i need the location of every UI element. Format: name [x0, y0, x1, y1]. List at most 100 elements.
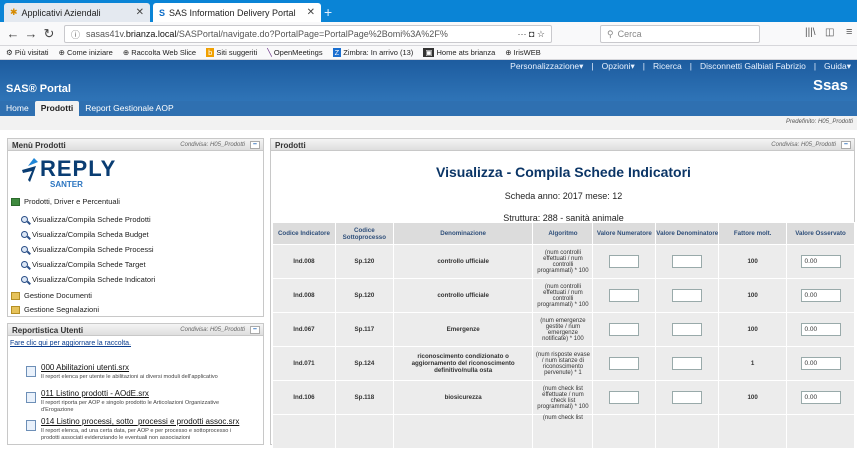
menu-item-target[interactable]: Visualizza/Compila Schede Target — [21, 260, 146, 269]
bookmark-item[interactable]: ⊕ Come iniziare — [59, 48, 113, 57]
magnifier-icon — [21, 246, 28, 253]
observed-input[interactable]: 0.00 — [800, 323, 841, 336]
bookmark-item[interactable]: ⊕ Raccolta Web Slice — [123, 48, 196, 57]
observed-input[interactable]: 0.00 — [800, 357, 841, 370]
sas-favicon-icon: S — [159, 7, 166, 18]
table-header-row: Codice Indicatore Codice Sottoprocesso D… — [272, 222, 855, 245]
tab-prodotti[interactable]: Prodotti — [34, 101, 80, 116]
numerator-input[interactable] — [609, 357, 640, 370]
menu-item-prodotti[interactable]: Visualizza/Compila Schede Prodotti — [21, 215, 151, 224]
opzioni-link[interactable]: Opzioni▾ — [602, 61, 635, 71]
minimize-icon[interactable]: – — [841, 141, 851, 149]
browser-nav-bar: ← → ↻ ⌂ ⓘ sasas41v.brianza.local/SASPort… — [0, 22, 857, 46]
page-actions-icon[interactable]: ··· — [517, 29, 526, 39]
back-icon[interactable]: ← — [4, 26, 22, 41]
magnifier-icon — [21, 231, 28, 238]
menu-folder-documenti[interactable]: Gestione Documenti — [11, 291, 92, 300]
new-tab-icon[interactable]: + — [324, 4, 332, 20]
pocket-icon[interactable]: ◘ — [529, 29, 534, 39]
bookmark-item[interactable]: b Siti suggeriti — [206, 48, 257, 57]
denominator-input[interactable] — [672, 357, 703, 370]
bookmark-star-icon[interactable]: ☆ — [537, 29, 545, 39]
reload-icon[interactable]: ↻ — [40, 26, 58, 42]
refresh-link[interactable]: Fare clic qui per aggiornare la raccolta… — [10, 340, 131, 347]
column-header: Denominazione — [392, 222, 534, 245]
shared-label: Condivisa: H05_Prodotti — [771, 142, 836, 148]
menu-item-budget[interactable]: Visualizza/Compila Scheda Budget — [21, 230, 149, 239]
tab-title: Applicativi Aziendali — [21, 7, 101, 18]
menu-panel-header: Menù Prodotti Condivisa: H05_Prodotti – — [7, 138, 264, 151]
bookmark-item[interactable]: ▣ Home ats brianza — [423, 48, 495, 57]
denominator-input[interactable] — [672, 323, 703, 336]
folder-icon — [11, 291, 20, 300]
report-desc: Il report elenca, ad una certa data, per… — [41, 428, 232, 434]
column-header: Algoritmo — [532, 222, 594, 245]
menu-icon[interactable]: ≡ — [846, 26, 852, 38]
disconnetti-link[interactable]: Disconnetti Galbiati Fabrizio — [700, 61, 806, 71]
sas-top-links: Personalizzazione▾ | Opzioni▾ | Ricerca | Disc… — [510, 61, 851, 71]
library-icon[interactable]: |||\ — [805, 27, 816, 38]
personalizzazione-link[interactable]: Personalizzazione▾ — [510, 61, 583, 71]
portal-title: SAS® Portal — [6, 83, 71, 95]
reply-mark-icon — [22, 158, 38, 182]
tab-report-gestionale[interactable]: Report Gestionale AOP — [79, 101, 179, 116]
report-link[interactable]: 011 Listino prodotti - AOdE.srx — [41, 389, 149, 398]
report-link[interactable]: 014 Listino processi, sotto_processi e p… — [41, 417, 239, 426]
column-header: Valore Osservato — [786, 222, 855, 245]
browser-tab-applicativi[interactable]: ✱ Applicativi Aziendali ✕ — [4, 3, 150, 22]
url-domain: brianza.local — [125, 29, 177, 39]
table-row: Ind.067 Sp.117 Emergenze (num emergenze … — [272, 312, 855, 347]
report-desc: d'Erogazione — [41, 407, 74, 413]
menu-item-processi[interactable]: Visualizza/Compila Schede Processi — [21, 245, 154, 254]
observed-input[interactable]: 0.00 — [800, 391, 841, 404]
reports-panel: Fare clic qui per aggiornare la raccolta… — [7, 336, 264, 445]
portal-tabs: Home Prodotti Report Gestionale AOP — [0, 101, 857, 116]
numerator-input[interactable] — [609, 323, 640, 336]
shared-label: Condivisa: H05_Prodotti — [180, 327, 245, 333]
bookmark-item[interactable]: ⊕ IrisWEB — [505, 48, 540, 57]
forward-icon[interactable]: → — [22, 26, 40, 41]
tab-home[interactable]: Home — [0, 101, 35, 116]
guida-link[interactable]: Guida▾ — [824, 61, 851, 71]
menu-folder-segnalazioni[interactable]: Gestione Segnalazioni — [11, 305, 99, 314]
search-placeholder: Cerca — [617, 29, 642, 39]
table-row: (num check list — [272, 414, 855, 449]
denominator-input[interactable] — [672, 391, 703, 404]
denominator-input[interactable] — [672, 289, 703, 302]
bookmark-item[interactable]: ⚙ Più visitati — [6, 48, 49, 57]
products-panel-header: Prodotti Condivisa: H05_Prodotti – — [270, 138, 855, 151]
minimize-icon[interactable]: – — [250, 326, 260, 334]
ricerca-link[interactable]: Ricerca — [653, 61, 682, 71]
numerator-input[interactable] — [609, 255, 640, 268]
sidebar-icon[interactable]: ◫ — [825, 27, 834, 38]
report-desc: prodotti associati evidenziando le event… — [41, 435, 191, 441]
magnifier-icon — [21, 216, 28, 223]
observed-input[interactable]: 0.00 — [800, 255, 841, 268]
menu-group[interactable]: Prodotti, Driver e Percentuali — [11, 197, 120, 206]
url-bar[interactable]: ⓘ sasas41v. brianza.local/SASPortal/navig… — [64, 25, 552, 43]
column-header: Codice Indicatore — [272, 222, 336, 245]
page-title: Visualizza - Compila Schede Indicatori — [436, 164, 691, 180]
report-icon — [26, 392, 36, 403]
info-icon[interactable]: ⓘ — [71, 28, 80, 41]
numerator-input[interactable] — [609, 289, 640, 302]
observed-input[interactable]: 0.00 — [800, 289, 841, 302]
browser-tab-sas-portal[interactable]: S SAS Information Delivery Portal ✕ — [153, 3, 321, 22]
search-input[interactable]: ⚲ Cerca — [600, 25, 760, 43]
bookmark-item[interactable]: Z Zimbra: In arrivo (13) — [332, 48, 413, 57]
close-tab-icon[interactable]: ✕ — [307, 7, 315, 18]
tab-title: SAS Information Delivery Portal — [169, 7, 296, 18]
menu-item-indicatori[interactable]: Visualizza/Compila Schede Indicatori — [21, 275, 155, 284]
url-actions: ··· ◘ ☆ — [517, 29, 545, 40]
magnifier-icon — [21, 261, 28, 268]
numerator-input[interactable] — [609, 391, 640, 404]
report-icon — [26, 420, 36, 431]
close-tab-icon[interactable]: ✕ — [136, 7, 144, 18]
column-header: Codice Sottoprocesso — [334, 222, 394, 245]
minimize-icon[interactable]: – — [250, 141, 260, 149]
report-link[interactable]: 000 Abilitazioni utenti.srx — [41, 363, 129, 372]
bookmark-item[interactable]: ╲ OpenMeetings — [267, 48, 322, 57]
sas-header: Personalizzazione▾ | Opzioni▾ | Ricerca | Disc… — [0, 60, 857, 101]
panel-title: Prodotti — [275, 141, 306, 150]
denominator-input[interactable] — [672, 255, 703, 268]
